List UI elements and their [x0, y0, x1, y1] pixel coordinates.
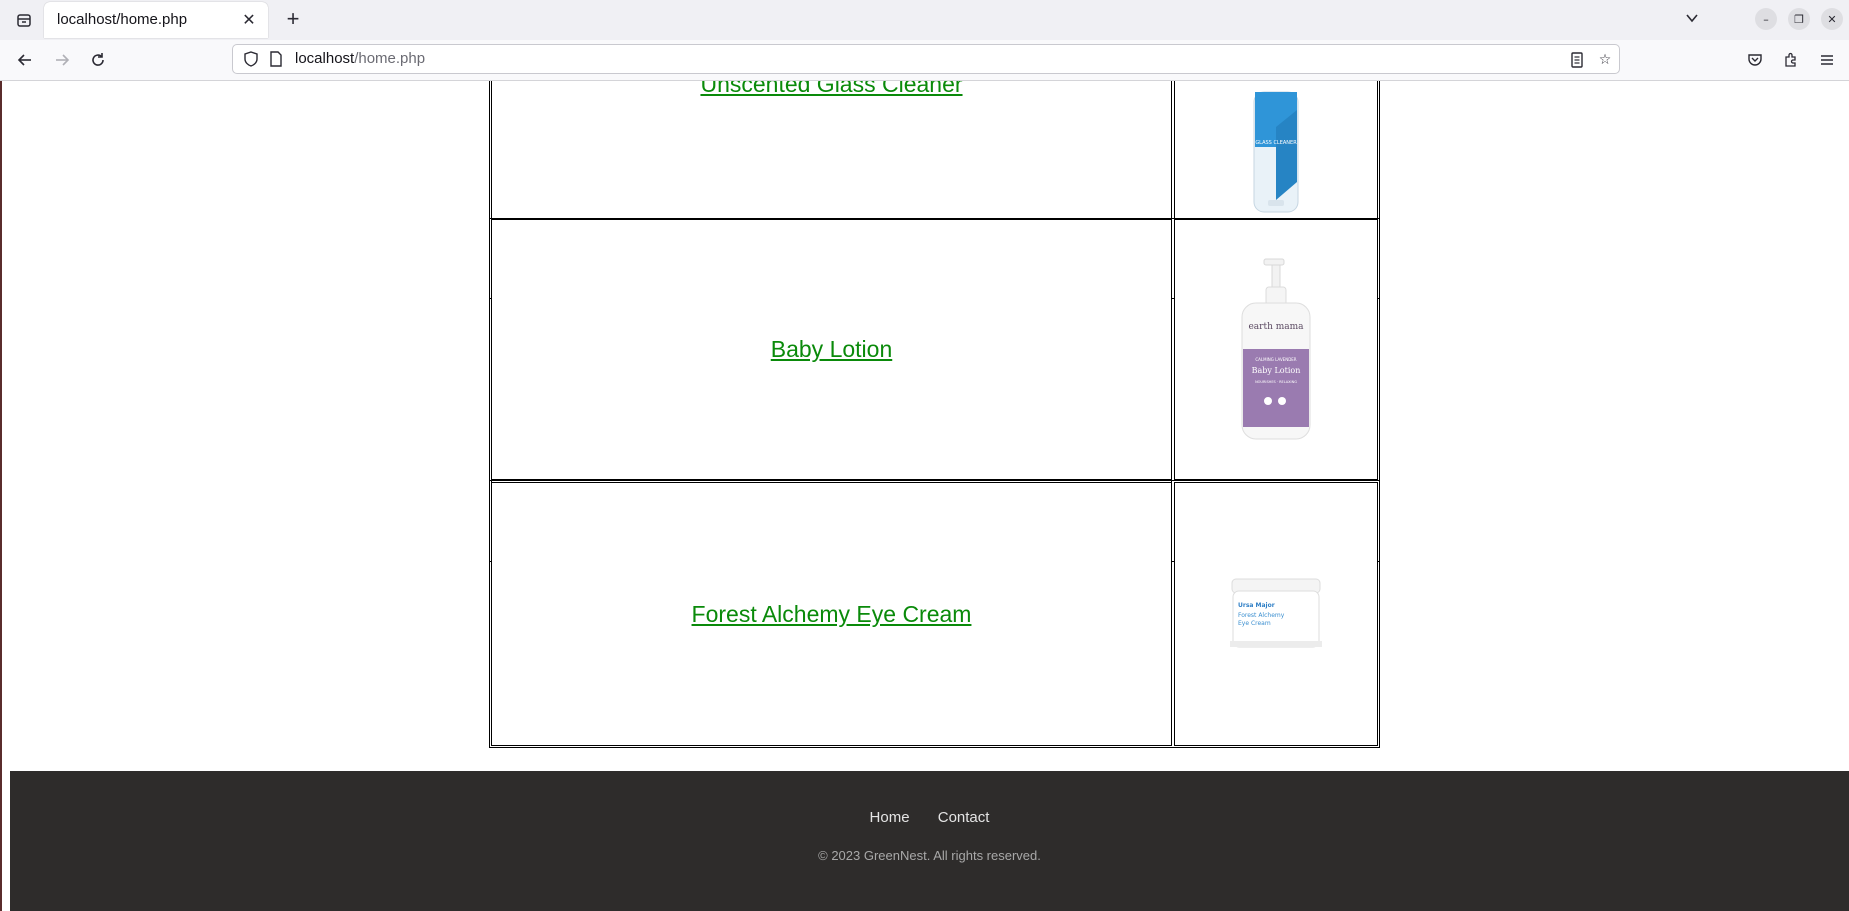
active-tab[interactable]: localhost/home.php ✕ — [44, 2, 268, 38]
product-link-eye-cream[interactable]: Forest Alchemy Eye Cream — [692, 601, 972, 628]
product-image-cell: earth mama CALMING LAVENDER Baby Lotion … — [1174, 219, 1378, 480]
address-bar[interactable]: localhost/home.php ☆ — [232, 44, 1620, 74]
tab-title: localhost/home.php — [57, 11, 188, 28]
close-tab-icon[interactable]: ✕ — [238, 8, 260, 30]
footer-copyright: © 2023 GreenNest. All rights reserved. — [818, 848, 1041, 863]
baby-lotion-pump-bottle-icon[interactable]: earth mama CALMING LAVENDER Baby Lotion … — [1236, 257, 1316, 442]
svg-text:CALMING LAVENDER: CALMING LAVENDER — [1255, 357, 1296, 362]
page-viewport: Unscented Glass Cleaner GLASS CLEANER Ba… — [0, 81, 1849, 911]
chevron-down-icon[interactable] — [1680, 6, 1704, 30]
firefox-view-icon[interactable] — [12, 8, 36, 32]
product-image-cell: Ursa Major Forest Alchemy Eye Cream — [1174, 482, 1378, 746]
svg-text:GLASS CLEANER: GLASS CLEANER — [1255, 140, 1297, 146]
url-path: /home.php — [354, 50, 426, 67]
url-host: localhost — [295, 50, 355, 67]
forward-arrow-icon[interactable] — [49, 47, 75, 73]
svg-text:Forest Alchemy: Forest Alchemy — [1238, 612, 1285, 619]
svg-text:Baby Lotion: Baby Lotion — [1252, 366, 1301, 375]
back-arrow-icon[interactable] — [12, 47, 38, 73]
reload-icon[interactable] — [85, 47, 111, 73]
product-link-glass-cleaner[interactable]: Unscented Glass Cleaner — [700, 81, 962, 98]
eye-cream-jar-icon[interactable]: Ursa Major Forest Alchemy Eye Cream — [1230, 577, 1322, 651]
svg-text:NOURISHES · RELAXING: NOURISHES · RELAXING — [1255, 380, 1297, 384]
minimize-icon[interactable]: – — [1755, 8, 1777, 30]
footer-contact-link[interactable]: Contact — [938, 809, 990, 826]
restore-icon[interactable]: ❐ — [1788, 8, 1810, 30]
footer-home-link[interactable]: Home — [870, 809, 910, 826]
svg-text:Ursa Major: Ursa Major — [1238, 602, 1275, 609]
footer-nav: Home Contact — [10, 809, 1849, 826]
left-edge-strip — [0, 81, 2, 911]
site-footer: Home Contact © 2023 GreenNest. All right… — [10, 771, 1849, 911]
product-name-cell: Baby Lotion — [491, 219, 1172, 480]
hamburger-menu-icon[interactable] — [1814, 47, 1840, 73]
glass-cleaner-bottle-icon[interactable]: GLASS CLEANER — [1246, 82, 1306, 222]
product-name-cell: Forest Alchemy Eye Cream — [491, 482, 1172, 746]
page-info-icon[interactable] — [269, 51, 283, 67]
close-window-icon[interactable]: ✕ — [1821, 8, 1843, 30]
svg-text:Eye Cream: Eye Cream — [1238, 620, 1271, 627]
tab-strip: localhost/home.php ✕ + – ❐ ✕ — [0, 0, 1849, 40]
pocket-icon[interactable] — [1742, 47, 1768, 73]
reader-view-icon[interactable] — [1566, 49, 1588, 71]
url-text: localhost/home.php — [295, 50, 425, 67]
svg-text:earth mama: earth mama — [1248, 322, 1304, 332]
extensions-puzzle-icon[interactable] — [1778, 47, 1804, 73]
bookmark-star-icon[interactable]: ☆ — [1594, 49, 1616, 71]
new-tab-icon[interactable]: + — [280, 6, 306, 32]
product-link-baby-lotion[interactable]: Baby Lotion — [771, 336, 892, 363]
tracking-protection-shield-icon[interactable] — [243, 51, 259, 67]
